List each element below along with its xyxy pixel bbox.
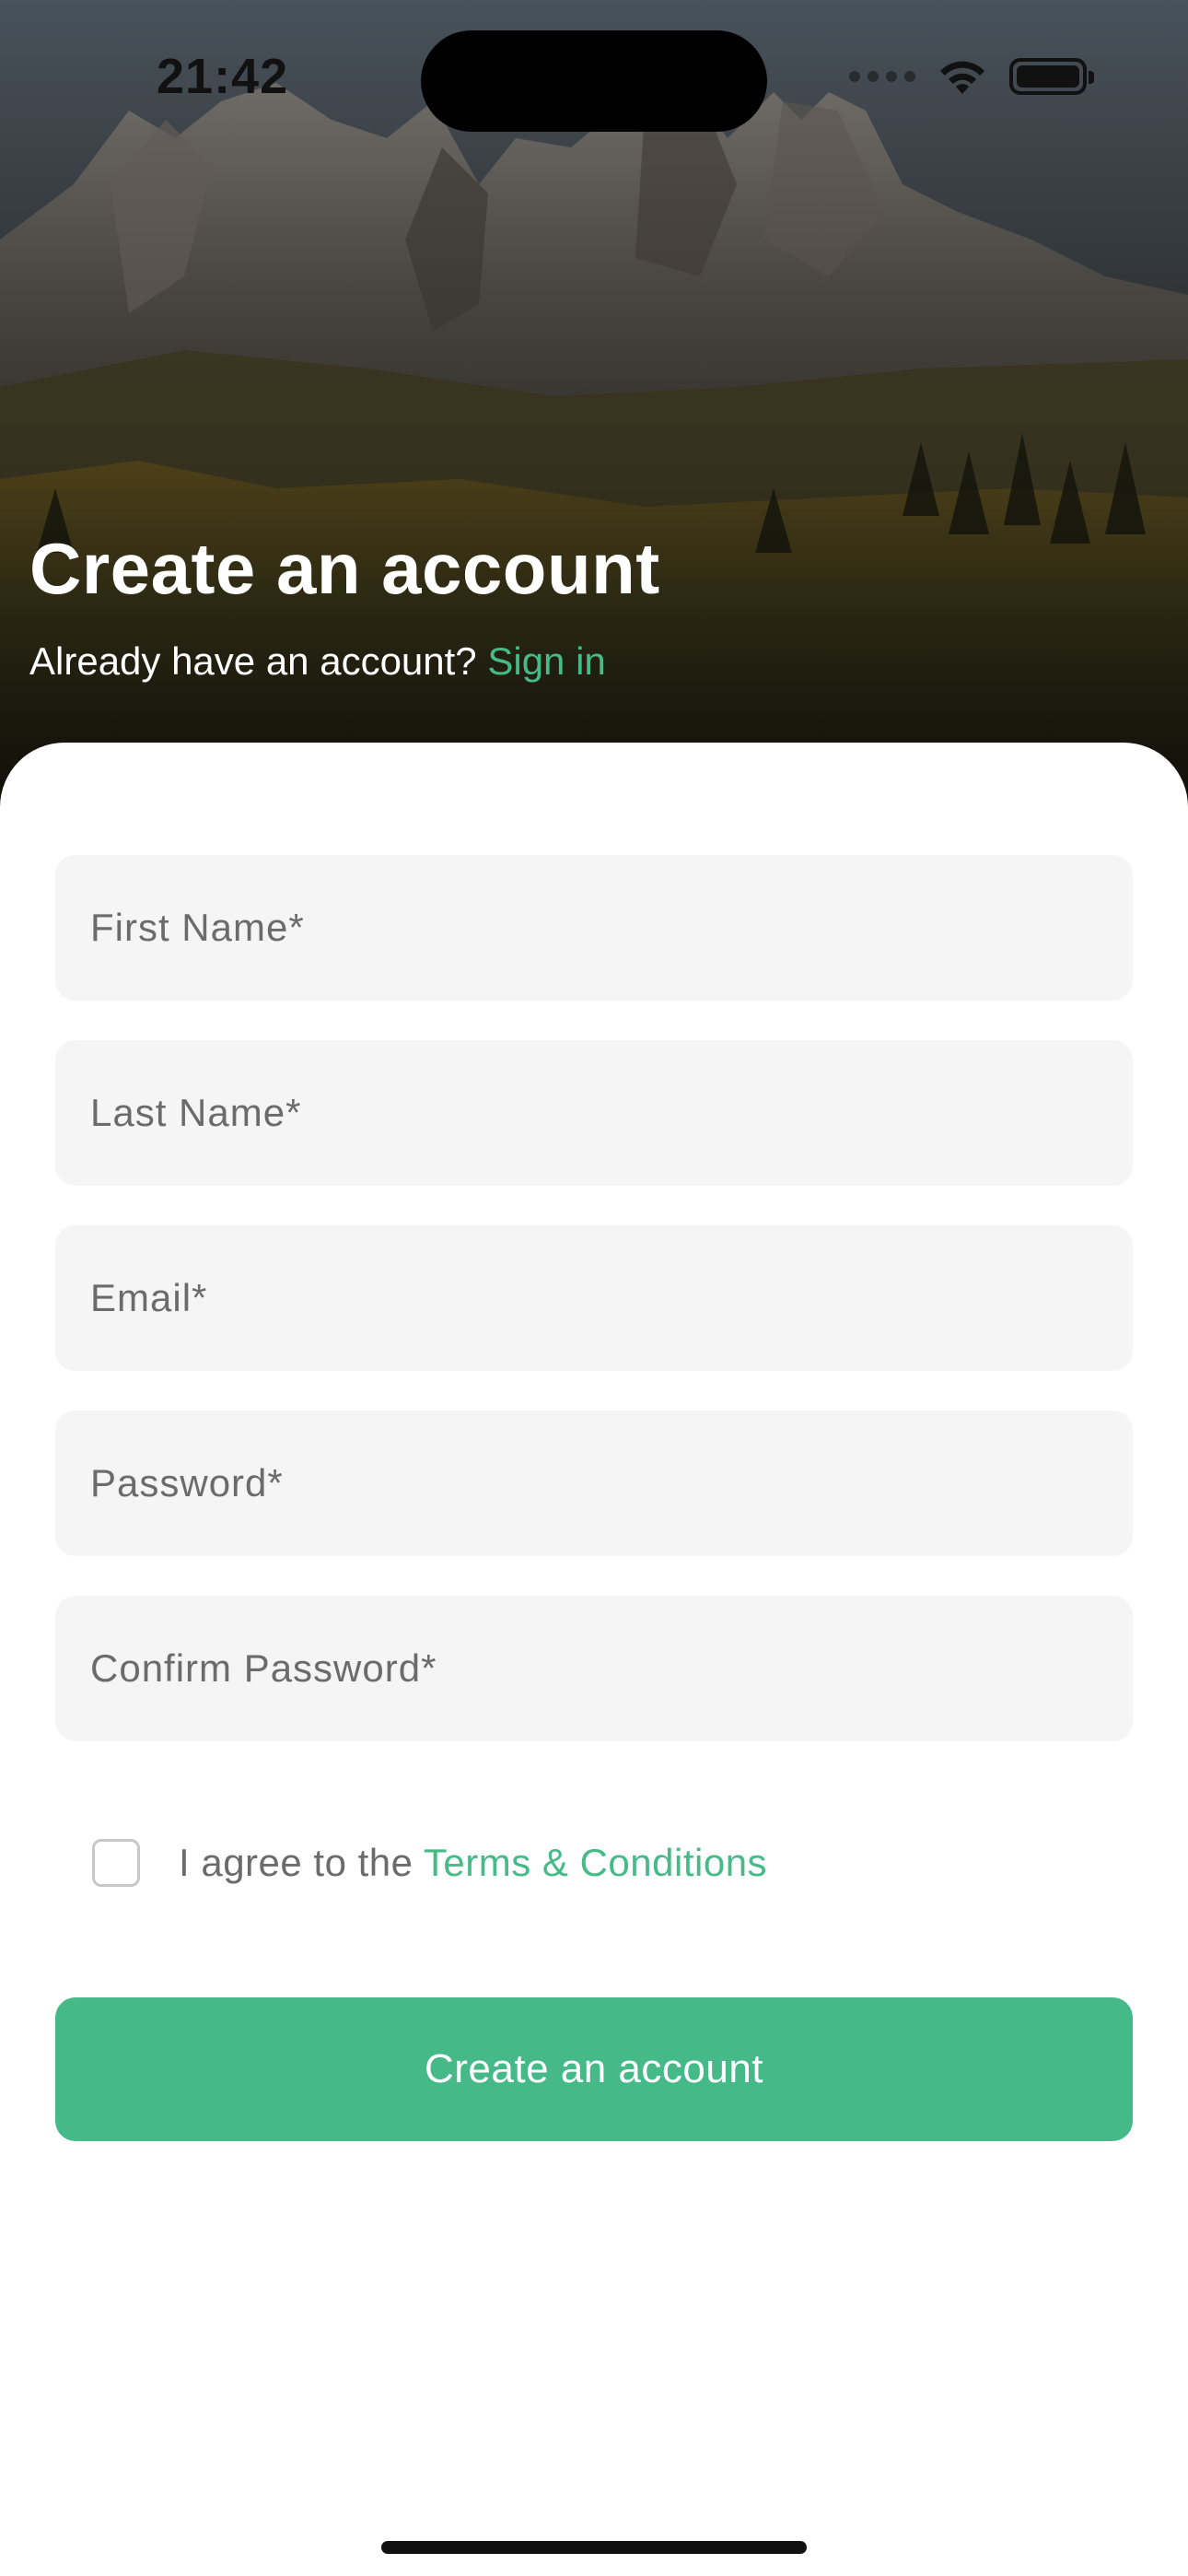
cellular-signal-icon: [849, 71, 915, 82]
last-name-input[interactable]: [55, 1040, 1133, 1186]
first-name-field: [55, 855, 1133, 1001]
terms-prefix: I agree to the: [179, 1841, 424, 1884]
terms-row: I agree to the Terms & Conditions: [92, 1835, 767, 1891]
password-field: [55, 1411, 1133, 1556]
terms-checkbox[interactable]: [92, 1839, 140, 1887]
last-name-field: [55, 1040, 1133, 1186]
confirm-password-input[interactable]: [55, 1596, 1133, 1741]
signin-prompt: Already have an account? Sign in: [29, 639, 606, 684]
confirm-password-field: [55, 1596, 1133, 1741]
create-account-button[interactable]: Create an account: [55, 1997, 1133, 2141]
email-field: [55, 1225, 1133, 1371]
wifi-icon: [940, 61, 984, 94]
home-indicator[interactable]: [381, 2541, 807, 2554]
page-title: Create an account: [29, 528, 660, 609]
terms-label: I agree to the Terms & Conditions: [179, 1841, 767, 1885]
dynamic-island: [421, 30, 767, 132]
first-name-input[interactable]: [55, 855, 1133, 1001]
password-input[interactable]: [55, 1411, 1133, 1556]
email-input[interactable]: [55, 1225, 1133, 1371]
status-bar-time: 21:42: [157, 49, 289, 104]
signin-prompt-text: Already have an account?: [29, 639, 488, 683]
signup-screen: 21:42 Create an account Already have an …: [0, 0, 1188, 2576]
status-bar-indicators: [849, 57, 1094, 96]
signin-link[interactable]: Sign in: [487, 639, 605, 683]
terms-conditions-link[interactable]: Terms & Conditions: [424, 1841, 767, 1884]
battery-icon: [1009, 58, 1094, 95]
